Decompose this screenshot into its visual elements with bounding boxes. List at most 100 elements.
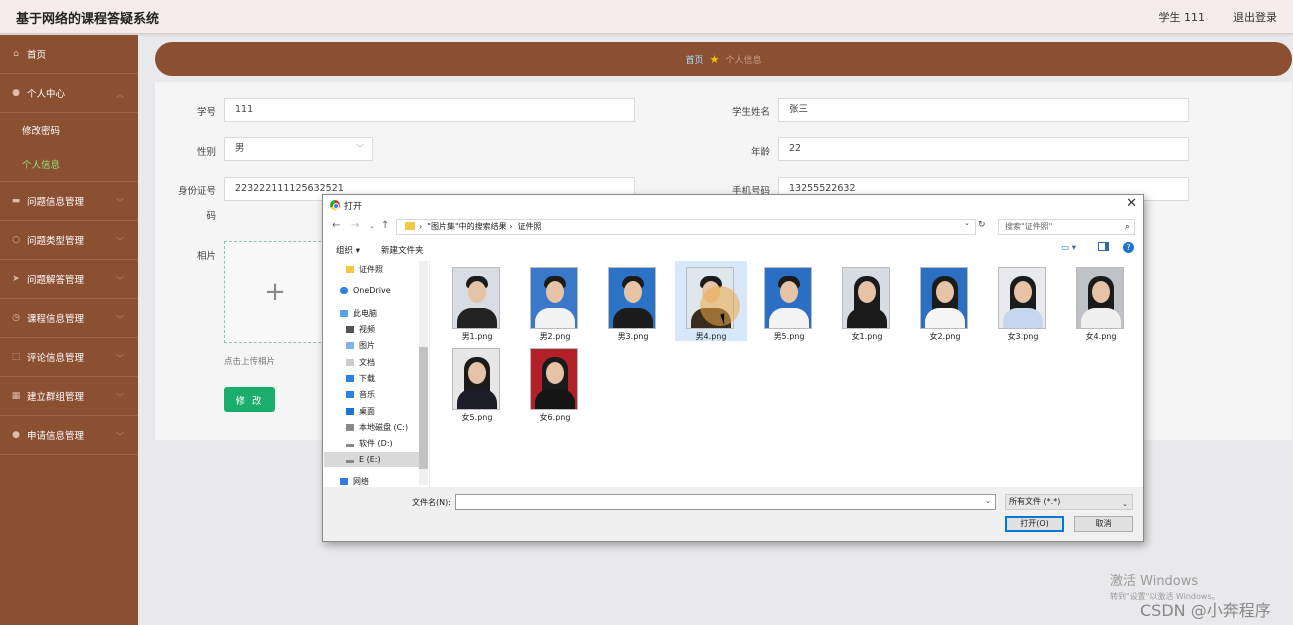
file-item[interactable]: 男5.png [753,263,825,343]
photo-thumbnail [998,267,1046,329]
chevron-down-icon: ⌄ [985,497,991,505]
nav-item-documents[interactable]: 文档 [346,357,375,368]
nav-scrollbar-thumb[interactable] [419,347,428,469]
nav-item-drive-e[interactable]: E (E:) [324,452,419,467]
filename-input[interactable]: ⌄ [455,494,996,510]
file-item[interactable]: 女3.png [987,263,1059,343]
file-item[interactable]: 男1.png [441,263,513,343]
photo-upload[interactable]: + [224,241,326,343]
cloud-icon [340,287,348,294]
sidebar-item-home[interactable]: ⌂ 首页 [0,35,138,74]
document-icon [346,359,354,366]
student-name-input[interactable]: 张三 [778,98,1189,122]
sidebar-item-course-info[interactable]: ◷ 课程信息管理 ﹀ [0,299,138,338]
sidebar-item-group[interactable]: ▦ 建立群组管理 ﹀ [0,377,138,416]
star-icon: ★ [709,52,720,66]
help-icon[interactable]: ? [1123,242,1134,253]
refresh-icon[interactable]: ↻ [978,220,986,230]
sidebar-item-label: 个人中心 [27,89,66,100]
sidebar-subitem-personal-info[interactable]: 个人信息 [0,147,138,181]
photo-thumbnail [452,267,500,329]
nav-item-this-pc[interactable]: 此电脑 [340,308,377,319]
gender-select[interactable]: 男 ﹀ [224,137,373,161]
nav-item-pictures[interactable]: 图片 [346,340,375,351]
nav-item-downloads[interactable]: 下载 [346,373,375,384]
chevron-down-icon: ﹀ [116,354,124,363]
nav-item-desktop[interactable]: 桌面 [346,406,375,417]
sidebar-item-label: 问题信息管理 [27,197,85,208]
user-icon: ● [12,88,20,98]
top-bar: 基于网络的课程答疑系统 学生 111 退出登录 [0,0,1293,34]
nav-item-videos[interactable]: 视频 [346,324,375,335]
edit-button[interactable]: 修 改 [224,387,275,412]
student-name-label: 学生姓名 [731,107,770,118]
photo-thumbnail [530,348,578,410]
app-title: 基于网络的课程答疑系统 [16,12,160,27]
sidebar-item-personal-center[interactable]: ● 个人中心 ︿ [0,74,138,113]
frame-icon: ⬚ [11,352,21,362]
file-item[interactable]: 女1.png [831,263,903,343]
sidebar-item-comment-info[interactable]: ⬚ 评论信息管理 ﹀ [0,338,138,377]
new-folder-button[interactable]: 新建文件夹 [381,244,424,256]
student-id-input[interactable]: 111 [224,98,635,122]
file-item[interactable]: 女2.png [909,263,981,343]
nav-item-onedrive[interactable]: OneDrive [340,286,391,295]
sidebar-item-label: 课程信息管理 [27,314,85,325]
music-icon [346,391,354,398]
file-item[interactable]: 男2.png [519,263,591,343]
nav-item-drive-c[interactable]: 本地磁盘 (C:) [346,422,408,433]
file-item[interactable]: 女5.png [441,344,513,424]
breadcrumb-home[interactable]: 首页 [686,53,704,66]
drive-icon [346,444,354,447]
view-options-icon[interactable]: ▭ ▾ [1061,243,1076,253]
folder-icon [346,266,354,273]
sidebar-item-question-answer[interactable]: ➤ 问题解答管理 ﹀ [0,260,138,299]
organize-menu[interactable]: 组织 ▾ [336,244,360,256]
sidebar-item-question-info[interactable]: ▬ 问题信息管理 ﹀ [0,182,138,221]
sidebar-item-label: 问题解答管理 [27,275,85,286]
sidebar-item-question-type[interactable]: ○ 问题类型管理 ﹀ [0,221,138,260]
chevron-down-icon: ﹀ [116,315,124,324]
idcard-label-cont: 码 [206,211,216,222]
cancel-button[interactable]: 取消 [1074,516,1133,532]
photo-thumbnail [452,348,500,410]
gender-value: 男 [235,143,245,154]
address-bar[interactable]: › "图片集"中的搜索结果 › 证件照 [396,219,976,235]
logout-link[interactable]: 退出登录 [1233,9,1277,25]
preview-pane-icon[interactable] [1098,242,1109,251]
dialog-title: 打开 [344,202,363,212]
nav-item-drive-d[interactable]: 软件 (D:) [346,438,393,449]
list-icon: ▬ [11,196,21,206]
path-segment-folder[interactable]: 证件照 [517,222,541,231]
photo-thumbnail [608,267,656,329]
dialog-footer: 文件名(N): ⌄ 所有文件 (*.*) ⌄ 打开(O) 取消 [323,487,1143,541]
up-arrow-icon[interactable]: ↑ [381,220,389,231]
watermark: CSDN @小奔程序 [1140,601,1271,620]
file-item[interactable]: 女6.png [519,344,591,424]
breadcrumb-current: 个人信息 [725,55,762,66]
nav-item-music[interactable]: 音乐 [346,389,375,400]
path-segment-search[interactable]: "图片集"中的搜索结果 [427,222,506,231]
close-icon[interactable]: ✕ [1126,196,1137,211]
file-type-select[interactable]: 所有文件 (*.*) ⌄ [1005,494,1133,510]
sidebar-subitem-change-password[interactable]: 修改密码 [0,113,138,147]
globe-icon: ○ [12,235,20,245]
age-label: 年龄 [750,147,770,158]
user-icon: ● [12,430,20,440]
file-item[interactable]: 女4.png [1065,263,1137,343]
search-input[interactable]: 搜索"证件照" ⌕ [998,219,1135,235]
forward-arrow-icon[interactable]: → [351,220,359,231]
nav-item-network[interactable]: 网络 [340,476,369,487]
open-button[interactable]: 打开(O) [1005,516,1064,532]
age-input[interactable]: 22 [778,137,1189,161]
recent-dropdown-icon[interactable]: ⌄ [369,222,375,230]
file-item[interactable]: 男3.png [597,263,669,343]
nav-item-idphoto[interactable]: 证件照 [346,264,383,275]
sidebar-item-application[interactable]: ● 申请信息管理 ﹀ [0,416,138,455]
computer-icon [340,310,348,317]
chevron-down-icon: ﹀ [116,237,124,246]
sidebar-item-label: 申请信息管理 [27,431,85,442]
chrome-icon [330,200,340,210]
address-dropdown-icon[interactable]: ⌄ [964,219,970,227]
back-arrow-icon[interactable]: ← [332,220,340,231]
